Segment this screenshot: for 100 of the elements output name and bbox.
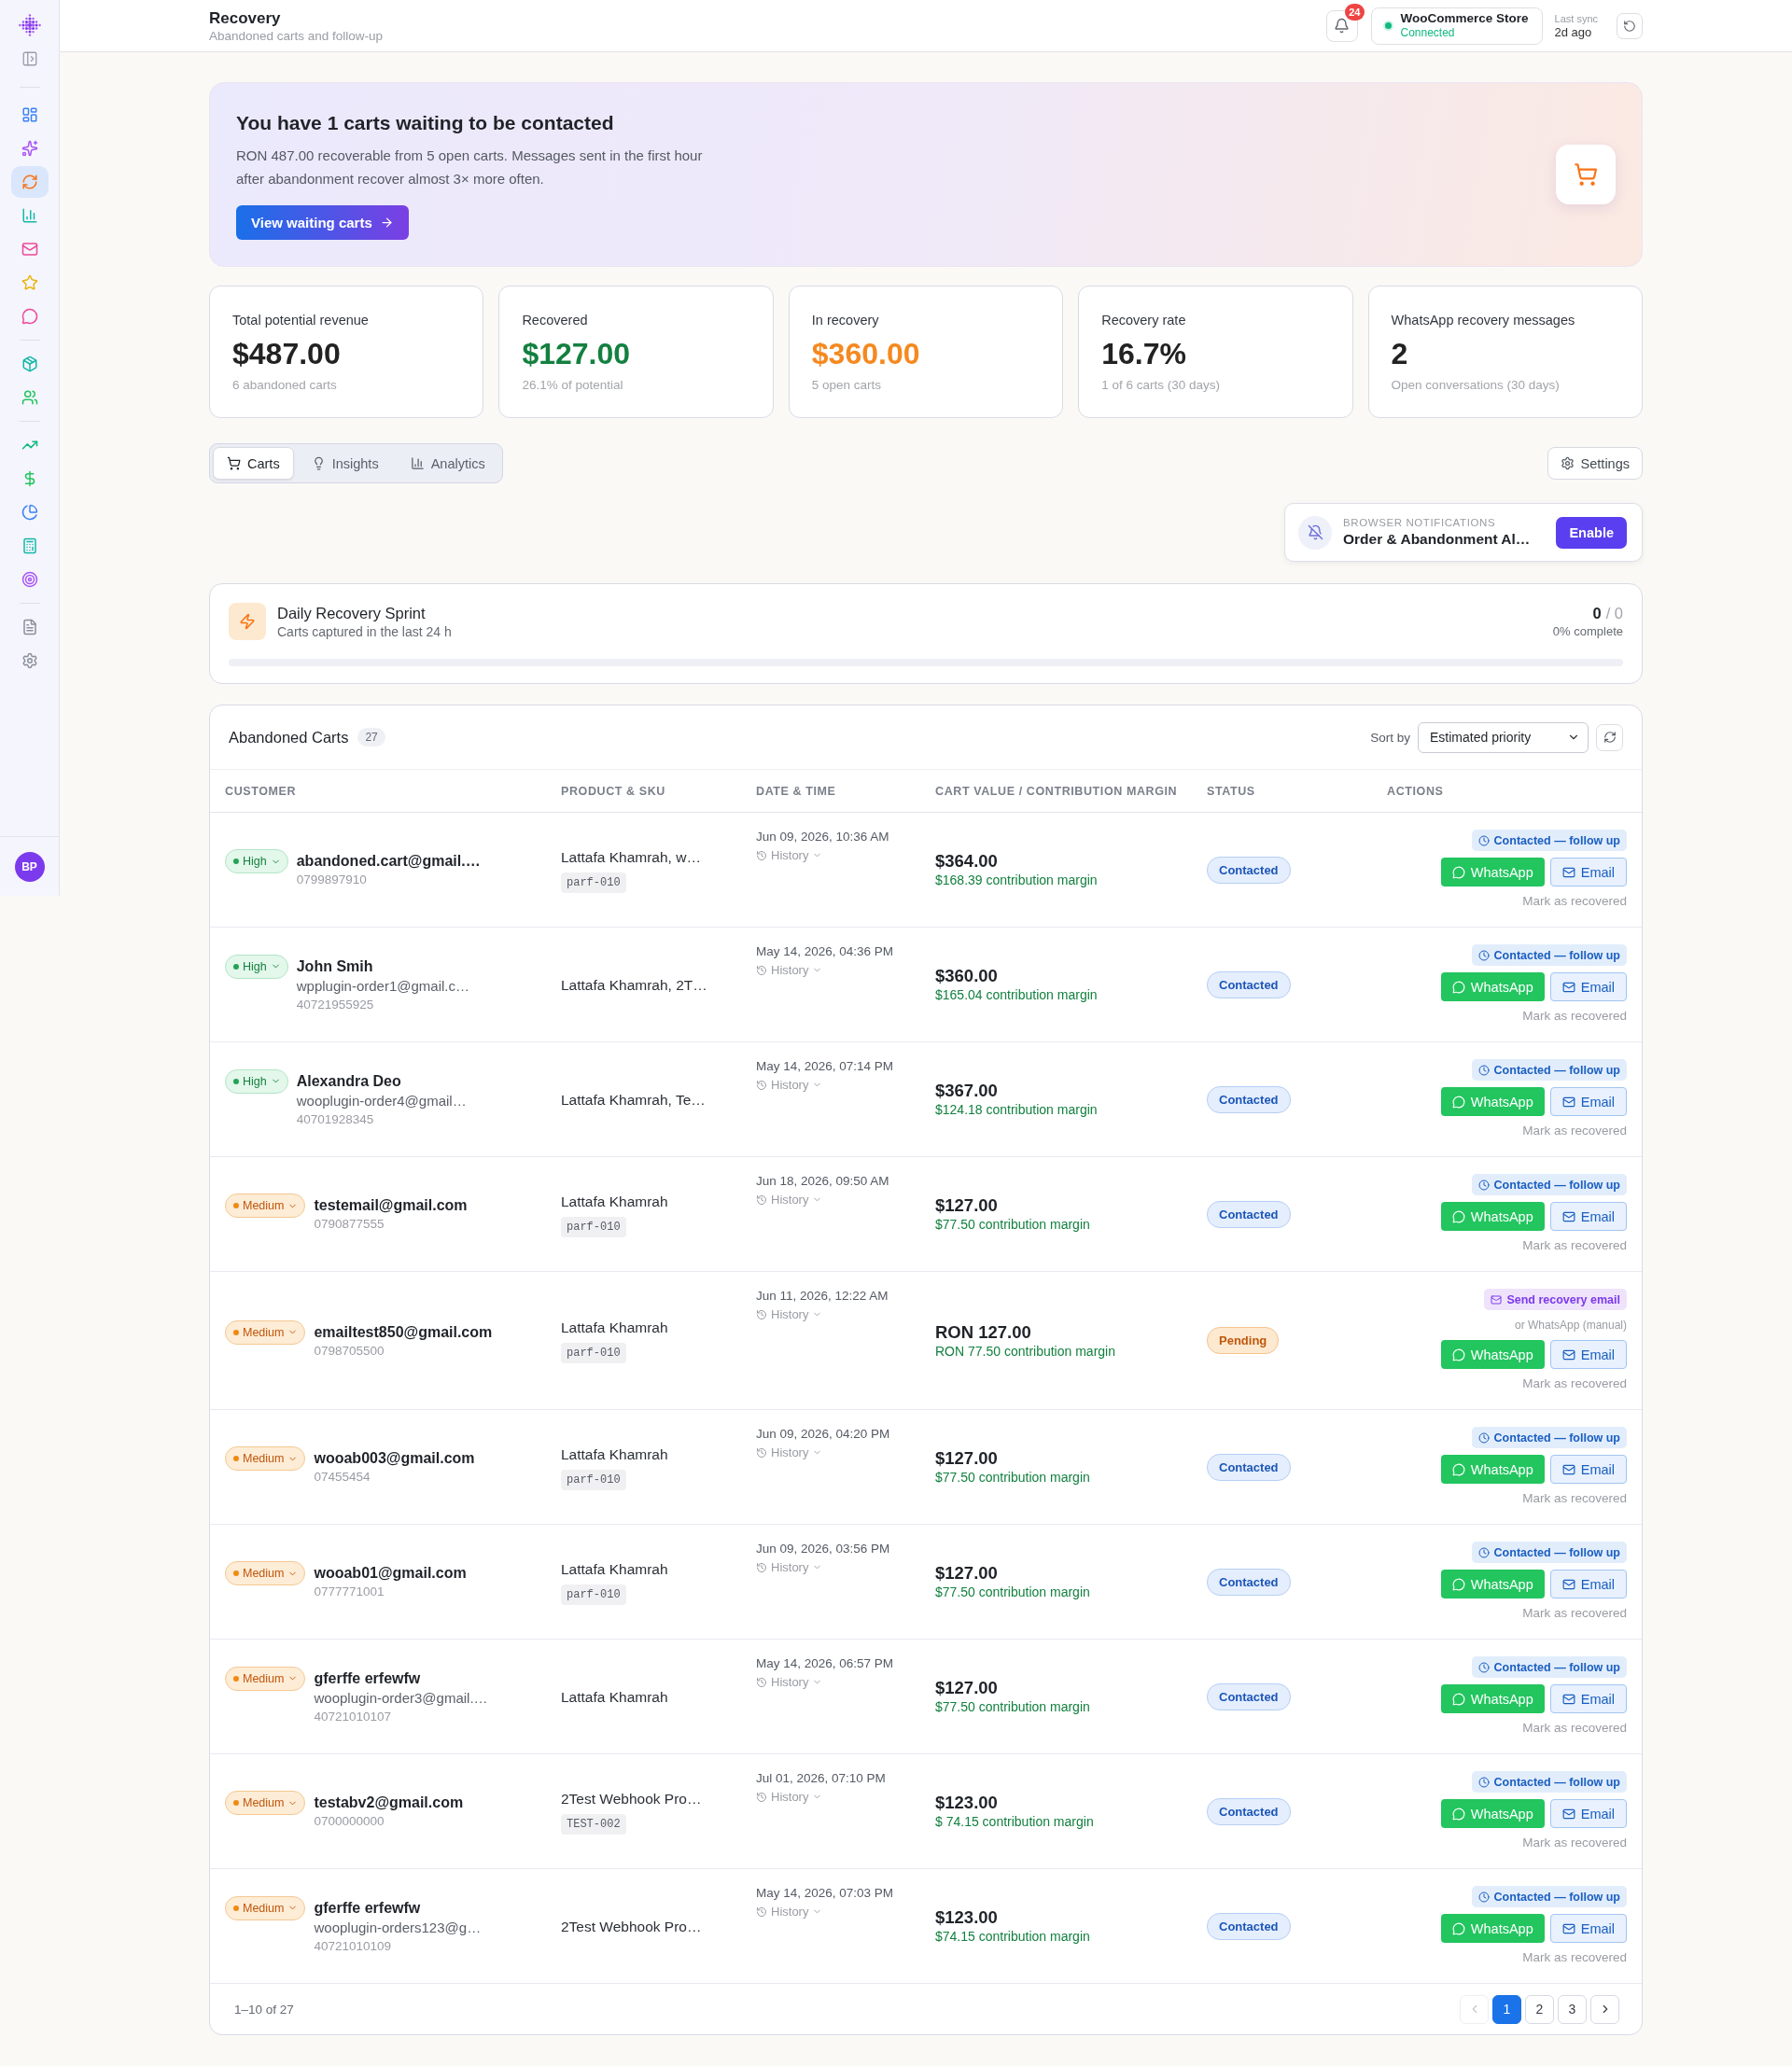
tab[interactable]: Carts	[213, 447, 294, 480]
tab[interactable]: Analytics	[396, 447, 499, 480]
history-toggle[interactable]: History	[756, 1675, 823, 1689]
priority-badge[interactable]: Medium	[225, 1895, 306, 1920]
page-button[interactable]: 3	[1558, 1994, 1587, 2024]
action-tag[interactable]: Contacted — follow up	[1471, 1059, 1627, 1081]
email-button[interactable]: Email	[1549, 1914, 1627, 1943]
action-tag[interactable]: Contacted — follow up	[1471, 1427, 1627, 1448]
mark-recovered-link[interactable]: Mark as recovered	[1522, 1720, 1627, 1737]
notification-title: Order & Abandonment Al…	[1343, 530, 1531, 549]
whatsapp-button[interactable]: WhatsApp	[1440, 858, 1545, 886]
priority-badge[interactable]: Medium	[225, 1666, 306, 1691]
action-tag[interactable]: Contacted — follow up	[1471, 1886, 1627, 1907]
whatsapp-button[interactable]: WhatsApp	[1440, 1455, 1545, 1484]
whatsapp-button[interactable]: WhatsApp	[1440, 1570, 1545, 1598]
whatsapp-button[interactable]: WhatsApp	[1440, 1799, 1545, 1828]
page-button[interactable]: 2	[1525, 1994, 1554, 2024]
whatsapp-button[interactable]: WhatsApp	[1440, 1202, 1545, 1231]
page-button[interactable]: 1	[1492, 1994, 1521, 2024]
history-toggle[interactable]: History	[756, 848, 823, 862]
history-toggle[interactable]: History	[756, 1790, 823, 1804]
priority-badge[interactable]: Medium	[225, 1561, 306, 1585]
clock-icon	[1477, 949, 1490, 961]
whatsapp-button[interactable]: WhatsApp	[1440, 1340, 1545, 1369]
box-icon	[21, 356, 38, 372]
action-tag[interactable]: Contacted — follow up	[1471, 944, 1627, 966]
refresh-button[interactable]	[1596, 723, 1623, 751]
action-tag[interactable]: Contacted — follow up	[1471, 1174, 1627, 1195]
history-icon	[756, 1079, 767, 1091]
priority-badge[interactable]: Medium	[225, 1194, 306, 1218]
mark-recovered-link[interactable]: Mark as recovered	[1522, 1123, 1627, 1139]
history-toggle[interactable]: History	[756, 963, 823, 977]
whatsapp-button[interactable]: WhatsApp	[1440, 1684, 1545, 1713]
priority-badge[interactable]: Medium	[225, 1319, 306, 1345]
stat-label: WhatsApp recovery messages	[1391, 312, 1576, 328]
stat-value: $487.00	[232, 336, 342, 371]
customer-phone: 40721955925	[296, 996, 375, 1013]
column-header: STATUS	[1206, 784, 1256, 798]
mark-recovered-link[interactable]: Mark as recovered	[1522, 1835, 1627, 1851]
sprint-total: / 0	[1605, 604, 1623, 623]
sort-select[interactable]: Estimated priority	[1418, 721, 1589, 753]
email-button[interactable]: Email	[1549, 1455, 1627, 1484]
settings-icon	[21, 652, 38, 669]
stat-note: 5 open carts	[811, 377, 883, 394]
action-tag[interactable]: Send recovery email	[1484, 1289, 1627, 1310]
history-toggle[interactable]: History	[756, 1445, 823, 1459]
action-tag[interactable]: Contacted — follow up	[1471, 1542, 1627, 1563]
action-tag[interactable]: Contacted — follow up	[1471, 830, 1627, 851]
whatsapp-button[interactable]: WhatsApp	[1440, 1914, 1545, 1943]
nav-button[interactable]	[10, 166, 49, 198]
email-button[interactable]: Email	[1549, 1340, 1627, 1369]
mark-recovered-link[interactable]: Mark as recovered	[1522, 1237, 1627, 1254]
mark-recovered-link[interactable]: Mark as recovered	[1522, 1375, 1627, 1392]
whatsapp-button[interactable]: WhatsApp	[1440, 972, 1545, 1001]
email-button[interactable]: Email	[1549, 858, 1627, 886]
history-icon	[756, 1905, 767, 1918]
action-tag[interactable]: Contacted — follow up	[1471, 1771, 1627, 1793]
store-name: WooCommerce Store	[1400, 11, 1529, 26]
email-button[interactable]: Email	[1549, 1799, 1627, 1828]
mark-recovered-link[interactable]: Mark as recovered	[1522, 1949, 1627, 1966]
settings-button[interactable]: Settings	[1547, 447, 1643, 480]
history-toggle[interactable]: History	[756, 1078, 823, 1092]
history-toggle[interactable]: History	[756, 1560, 823, 1574]
view-carts-button[interactable]: View waiting carts	[236, 204, 409, 240]
email-button[interactable]: Email	[1549, 1684, 1627, 1713]
mark-recovered-link[interactable]: Mark as recovered	[1522, 1605, 1627, 1622]
sku-tag: parf-010	[561, 872, 626, 893]
email-button[interactable]: Email	[1549, 1087, 1627, 1116]
mark-recovered-link[interactable]: Mark as recovered	[1522, 1490, 1627, 1507]
priority-badge[interactable]: High	[225, 1068, 288, 1094]
sparkles-icon	[21, 140, 38, 157]
mark-recovered-link[interactable]: Mark as recovered	[1522, 893, 1627, 910]
product-name: Lattafa Khamrah	[561, 1192, 668, 1211]
priority-badge[interactable]: Medium	[225, 1446, 306, 1471]
history-toggle[interactable]: History	[756, 1193, 823, 1207]
email-button[interactable]: Email	[1549, 1202, 1627, 1231]
action-tag[interactable]: Contacted — follow up	[1471, 1656, 1627, 1678]
enable-button[interactable]: Enable	[1556, 516, 1627, 549]
mark-recovered-link[interactable]: Mark as recovered	[1522, 1008, 1627, 1025]
customer-phone: 0790877555	[314, 1216, 385, 1233]
bar-chart-icon	[21, 207, 38, 224]
email-button[interactable]: Email	[1549, 972, 1627, 1001]
store-connection[interactable]: WooCommerce Store Connected	[1370, 7, 1543, 45]
priority-badge[interactable]: Medium	[225, 1791, 306, 1815]
product-name: 2Test Webhook Pro…	[561, 1917, 702, 1936]
customer-phone: 07455454	[314, 1469, 371, 1486]
tab[interactable]: Insights	[297, 447, 393, 480]
history-toggle[interactable]: History	[756, 1307, 823, 1321]
email-button[interactable]: Email	[1549, 1570, 1627, 1598]
stat-value: 2	[1391, 336, 1409, 371]
priority-dot-icon	[233, 1570, 239, 1576]
history-toggle[interactable]: History	[756, 1905, 823, 1919]
cart-value: $364.00	[935, 850, 998, 872]
refresh-button[interactable]	[1617, 12, 1643, 39]
priority-badge[interactable]: High	[225, 849, 288, 873]
user-avatar[interactable]: BP	[14, 851, 45, 882]
whatsapp-button[interactable]: WhatsApp	[1440, 1087, 1545, 1116]
history-icon	[756, 1791, 767, 1803]
priority-badge[interactable]: High	[225, 954, 288, 979]
stat-label: Recovery rate	[1101, 312, 1187, 328]
